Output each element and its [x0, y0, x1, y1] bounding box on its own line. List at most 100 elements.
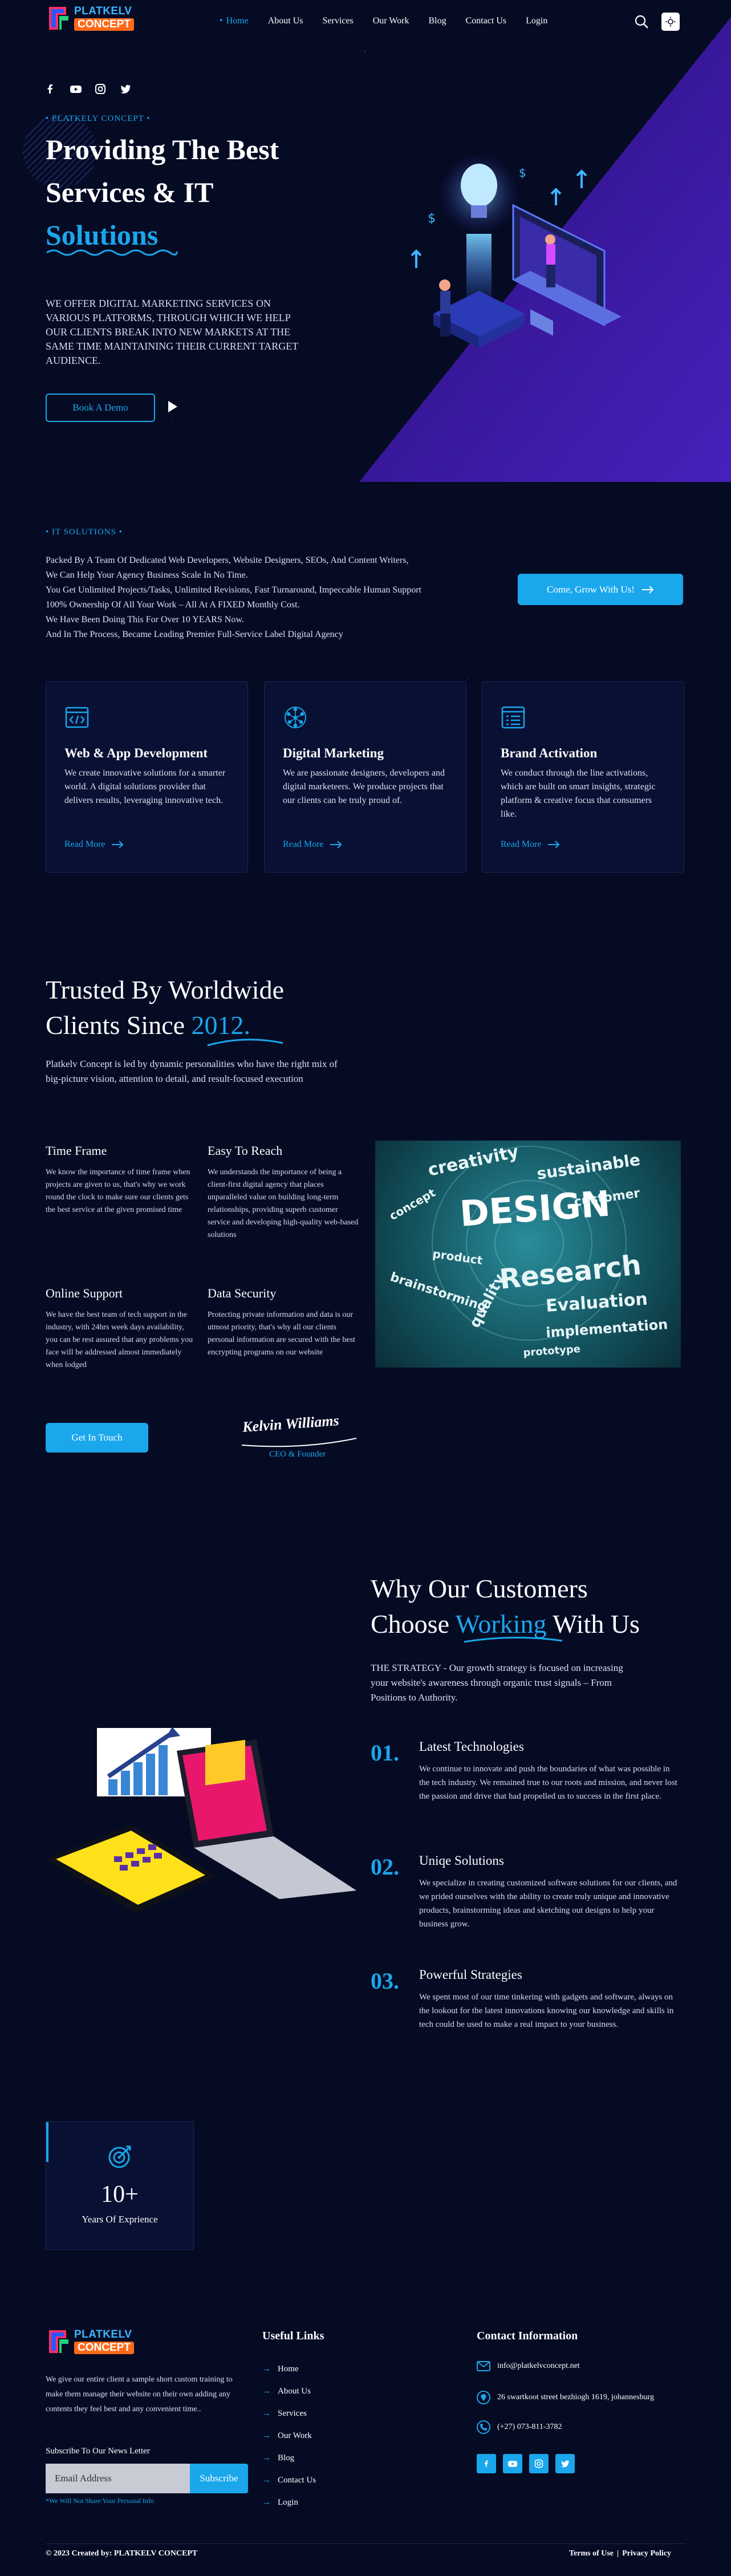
card-title: Brand Activation	[501, 746, 598, 760]
footer-link-our-work[interactable]: Our Work	[262, 2425, 316, 2447]
code-window-icon	[64, 705, 90, 730]
why-item-title: Latest Technologies	[419, 1739, 524, 1754]
nav-home[interactable]: Home	[220, 16, 249, 26]
why-item-text: We specialize in creating customized sof…	[419, 1879, 677, 1929]
it-solutions-text: Packed By A Team Of Dedicated Web Develo…	[46, 553, 479, 642]
arrow-right-icon	[547, 841, 559, 849]
contact-info-title: Contact Information	[477, 2330, 578, 2342]
twitter-icon[interactable]	[120, 83, 131, 95]
signature-flourish	[241, 1438, 357, 1447]
instagram-icon[interactable]	[95, 83, 106, 95]
hero-title-line2: Services & IT	[46, 176, 214, 208]
read-more-label: Read More	[64, 839, 105, 849]
target-icon	[46, 2144, 193, 2173]
youtube-icon[interactable]	[503, 2454, 522, 2473]
service-card-web-app[interactable]: Web & App Development We create innovati…	[46, 681, 248, 873]
it-line: We Can Help Your Agency Business Scale I…	[46, 570, 248, 580]
privacy-link[interactable]: Privacy Policy	[622, 2549, 671, 2558]
feature-text: We have the best team of tech support in…	[46, 1311, 193, 1369]
card-title: Web & App Development	[64, 746, 208, 760]
feature-data-security: Data Security Protecting private informa…	[208, 1286, 359, 1359]
experience-accent-bar	[46, 2122, 48, 2162]
why-intro: THE STRATEGY - Our growth strategy is fo…	[371, 1662, 623, 1703]
ceo-signature: Kelvin Williams	[242, 1412, 340, 1435]
read-more-label: Read More	[501, 839, 542, 849]
logo-text-bottom: CONCEPT	[74, 2342, 134, 2354]
hero-description: We offer digital marketing services on v…	[46, 298, 298, 366]
it-line: Packed By A Team Of Dedicated Web Develo…	[46, 555, 409, 565]
footer-link-blog[interactable]: Blog	[262, 2447, 316, 2469]
service-card-digital-marketing[interactable]: Digital Marketing We are passionate desi…	[264, 681, 466, 873]
why-item-unique-solutions: 02. Uniqe Solutions We specialize in cre…	[371, 1853, 684, 1933]
subscribe-button[interactable]: Subscribe	[190, 2464, 248, 2493]
swoosh-underline	[464, 1636, 563, 1643]
footer-link-login[interactable]: Login	[262, 2492, 316, 2514]
footer-divider	[46, 2543, 685, 2544]
nav-about-us[interactable]: About Us	[268, 16, 303, 26]
trusted-title-prefix: Clients Since	[46, 1011, 192, 1040]
squiggle-underline	[46, 249, 178, 256]
read-more-link[interactable]: Read More	[283, 839, 342, 850]
why-title-highlight: Working	[455, 1609, 547, 1638]
why-title-suffix: With Us	[546, 1609, 640, 1638]
facebook-icon[interactable]	[44, 83, 56, 95]
it-line: We Have Been Doing This For Over 10 YEAR…	[46, 615, 244, 624]
terms-link[interactable]: Terms of Use	[569, 2549, 614, 2558]
legal-separator: |	[617, 2549, 619, 2558]
why-title-line1: Why Our Customers	[371, 1574, 588, 1603]
footer-logo[interactable]: PLATKELV CONCEPT	[46, 2327, 134, 2356]
dollar-glyph: $	[519, 166, 526, 180]
logo-mark-icon	[46, 2327, 72, 2356]
location-pin-icon	[477, 2391, 490, 2404]
feature-time-frame: Time Frame We know the importance of tim…	[46, 1143, 197, 1216]
browser-checklist-icon	[501, 705, 526, 730]
why-title: Why Our Customers Choose Working With Us	[371, 1571, 690, 1643]
it-line: 100% Ownership Of All Your Work – All At…	[46, 600, 300, 610]
footer-link-about-us[interactable]: About Us	[262, 2380, 316, 2403]
why-item-powerful-strategies: 03. Powerful Strategies We spent most of…	[371, 1968, 684, 2047]
experience-label: Years Of Exprience	[82, 2214, 158, 2225]
read-more-link[interactable]: Read More	[64, 839, 124, 850]
hero-eyebrow: • PLATKELY CONCEPT •	[46, 114, 151, 123]
footer-link-contact-us[interactable]: Contact Us	[262, 2469, 316, 2492]
email-placeholder: Email Address	[55, 2473, 112, 2484]
feature-title: Online Support	[46, 1286, 123, 1300]
logo-text-bottom: CONCEPT	[74, 18, 134, 31]
twitter-icon[interactable]	[555, 2454, 575, 2473]
feature-online-support: Online Support We have the best team of …	[46, 1286, 197, 1372]
nav-services[interactable]: Services	[323, 16, 354, 26]
facebook-icon[interactable]	[477, 2454, 496, 2473]
experience-value: 10+	[101, 2181, 139, 2208]
it-solutions-eyebrow: • IT SOLUTIONS •	[46, 528, 123, 537]
why-item-number: 02.	[371, 1854, 399, 1880]
grow-with-us-button[interactable]: Come, Grow With Us!	[518, 574, 683, 605]
dollar-glyph: $	[428, 212, 436, 226]
site-logo[interactable]: PLATKELV CONCEPT	[46, 3, 134, 33]
contact-phone-row[interactable]: (+27) 073-811-3782	[477, 2420, 562, 2434]
footer-link-home[interactable]: Home	[262, 2358, 316, 2380]
social-links	[44, 83, 131, 95]
youtube-icon[interactable]	[70, 83, 82, 95]
instagram-icon[interactable]	[529, 2454, 549, 2473]
hero-illustration: $ $	[411, 154, 622, 348]
feature-text: We know the importance of time frame whe…	[46, 1168, 190, 1214]
it-line: You Get Unlimited Projects/Tasks, Unlimi…	[46, 585, 421, 595]
read-more-link[interactable]: Read More	[501, 839, 560, 850]
card-text: We create innovative solutions for a sma…	[64, 768, 226, 805]
newsletter-email-input[interactable]: Email Address	[46, 2464, 190, 2493]
play-video-icon[interactable]	[166, 399, 179, 414]
service-card-brand-activation[interactable]: Brand Activation We conduct through the …	[482, 681, 684, 873]
experience-box: 10+ Years Of Exprience	[46, 2121, 194, 2250]
why-item-title: Powerful Strategies	[419, 1968, 522, 1982]
why-item-title: Uniqe Solutions	[419, 1853, 504, 1868]
network-globe-icon	[283, 705, 308, 730]
why-title-prefix: Choose	[371, 1609, 456, 1638]
book-demo-button[interactable]: Book A Demo	[46, 394, 155, 422]
image-word: prototype	[523, 1343, 581, 1359]
phone-icon	[477, 2420, 490, 2434]
footer-link-services[interactable]: Services	[262, 2403, 316, 2425]
card-title: Digital Marketing	[283, 746, 384, 760]
contact-email-row[interactable]: info@platkelvconcept.net	[477, 2361, 580, 2371]
logo-mark-icon	[46, 3, 72, 33]
get-in-touch-button[interactable]: Get In Touch	[46, 1423, 148, 1453]
